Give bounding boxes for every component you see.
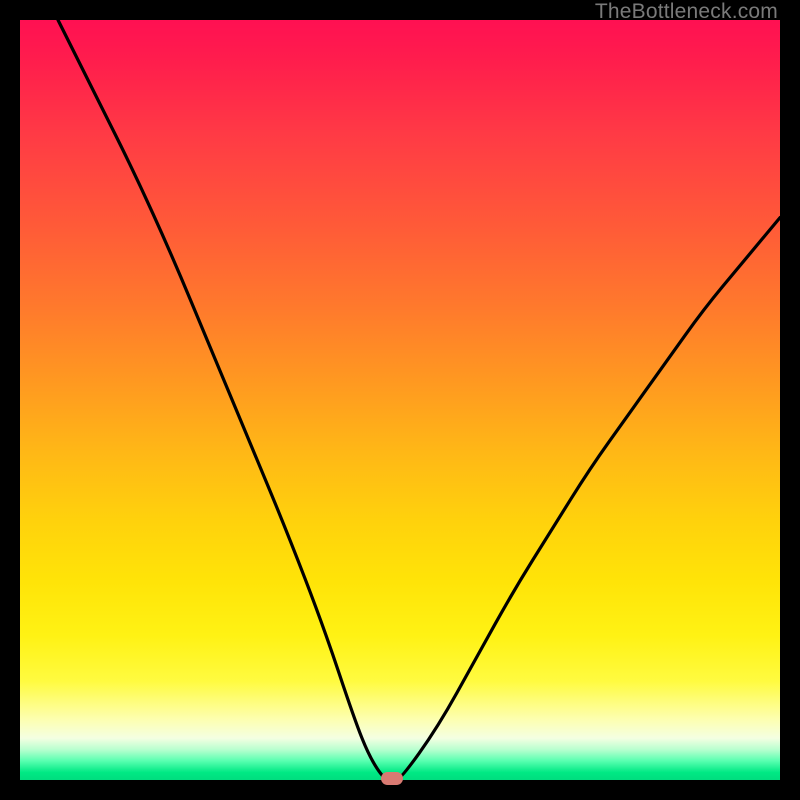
chart-frame: TheBottleneck.com — [0, 0, 800, 800]
bottleneck-curve — [20, 20, 780, 780]
optimum-marker — [381, 772, 403, 785]
watermark-text: TheBottleneck.com — [595, 0, 778, 24]
